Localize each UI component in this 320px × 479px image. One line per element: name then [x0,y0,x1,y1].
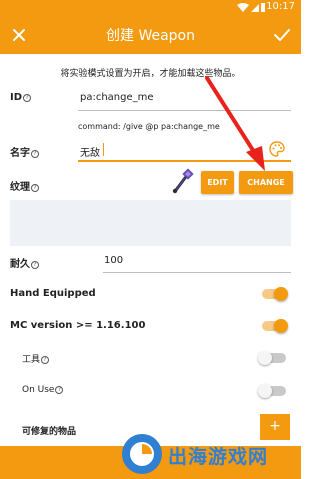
on-use-label-row: On Use? [22,385,64,395]
durability-input[interactable]: 100 [104,255,123,266]
edit-texture-button[interactable]: EDIT [201,171,234,194]
tool-label: 工具 [22,355,41,365]
id-label-row: ID? [10,92,32,103]
wifi-icon [237,3,249,12]
toggle-thumb [274,319,288,333]
help-icon[interactable]: ? [31,184,39,192]
name-input-underline [78,160,291,162]
help-icon[interactable]: ? [23,94,32,102]
watermark: 出海游戏网 [118,430,298,479]
name-label-row: 名字? [10,144,39,159]
page-title: 创建 Weapon [106,28,195,44]
change-texture-button[interactable]: CHANGE [239,171,293,194]
palette-icon[interactable] [268,140,286,158]
name-label: 名字 [10,148,30,159]
durability-input-underline [103,272,291,273]
watermark-logo-icon [122,434,162,474]
help-icon[interactable]: ? [55,386,64,394]
id-input-underline [78,110,291,111]
texture-panel [10,200,291,246]
text-cursor [103,143,104,156]
repairable-label: 可修复的物品 [22,427,77,437]
mc-version-label: MC version >= 1.16.100 [10,320,146,331]
app-bar: 创建 Weapon [0,15,301,54]
status-time: 10:17 [266,1,295,12]
toggle-thumb [274,287,288,301]
durability-label-row: 耐久? [10,255,39,270]
help-icon[interactable]: ? [31,261,39,269]
experimental-notice: 将实验模式设置为开启，才能加载这些物品。 [60,69,241,79]
status-icons [237,3,265,12]
command-text: command: /give @p pa:change_me [78,122,220,131]
tool-label-row: 工具? [22,352,50,365]
help-icon[interactable]: ? [41,356,50,364]
id-input[interactable]: pa:change_me [80,92,154,103]
toggle-thumb [258,384,272,398]
weapon-texture-preview [172,168,194,194]
name-input[interactable]: 无敌 [80,144,100,159]
battery-icon [261,3,265,12]
toggle-thumb [258,351,272,365]
check-icon[interactable] [269,22,295,48]
hand-equipped-label: Hand Equipped [10,288,96,299]
signal-icon [251,4,259,12]
durability-label: 耐久 [10,259,30,270]
id-label: ID [10,92,23,103]
texture-label-row: 纹理? [10,178,39,193]
on-use-label: On Use [22,385,55,395]
texture-label: 纹理 [10,182,30,193]
watermark-text: 出海游戏网 [168,446,269,468]
status-bar: 10:17 [0,0,301,15]
help-icon[interactable]: ? [31,150,39,158]
